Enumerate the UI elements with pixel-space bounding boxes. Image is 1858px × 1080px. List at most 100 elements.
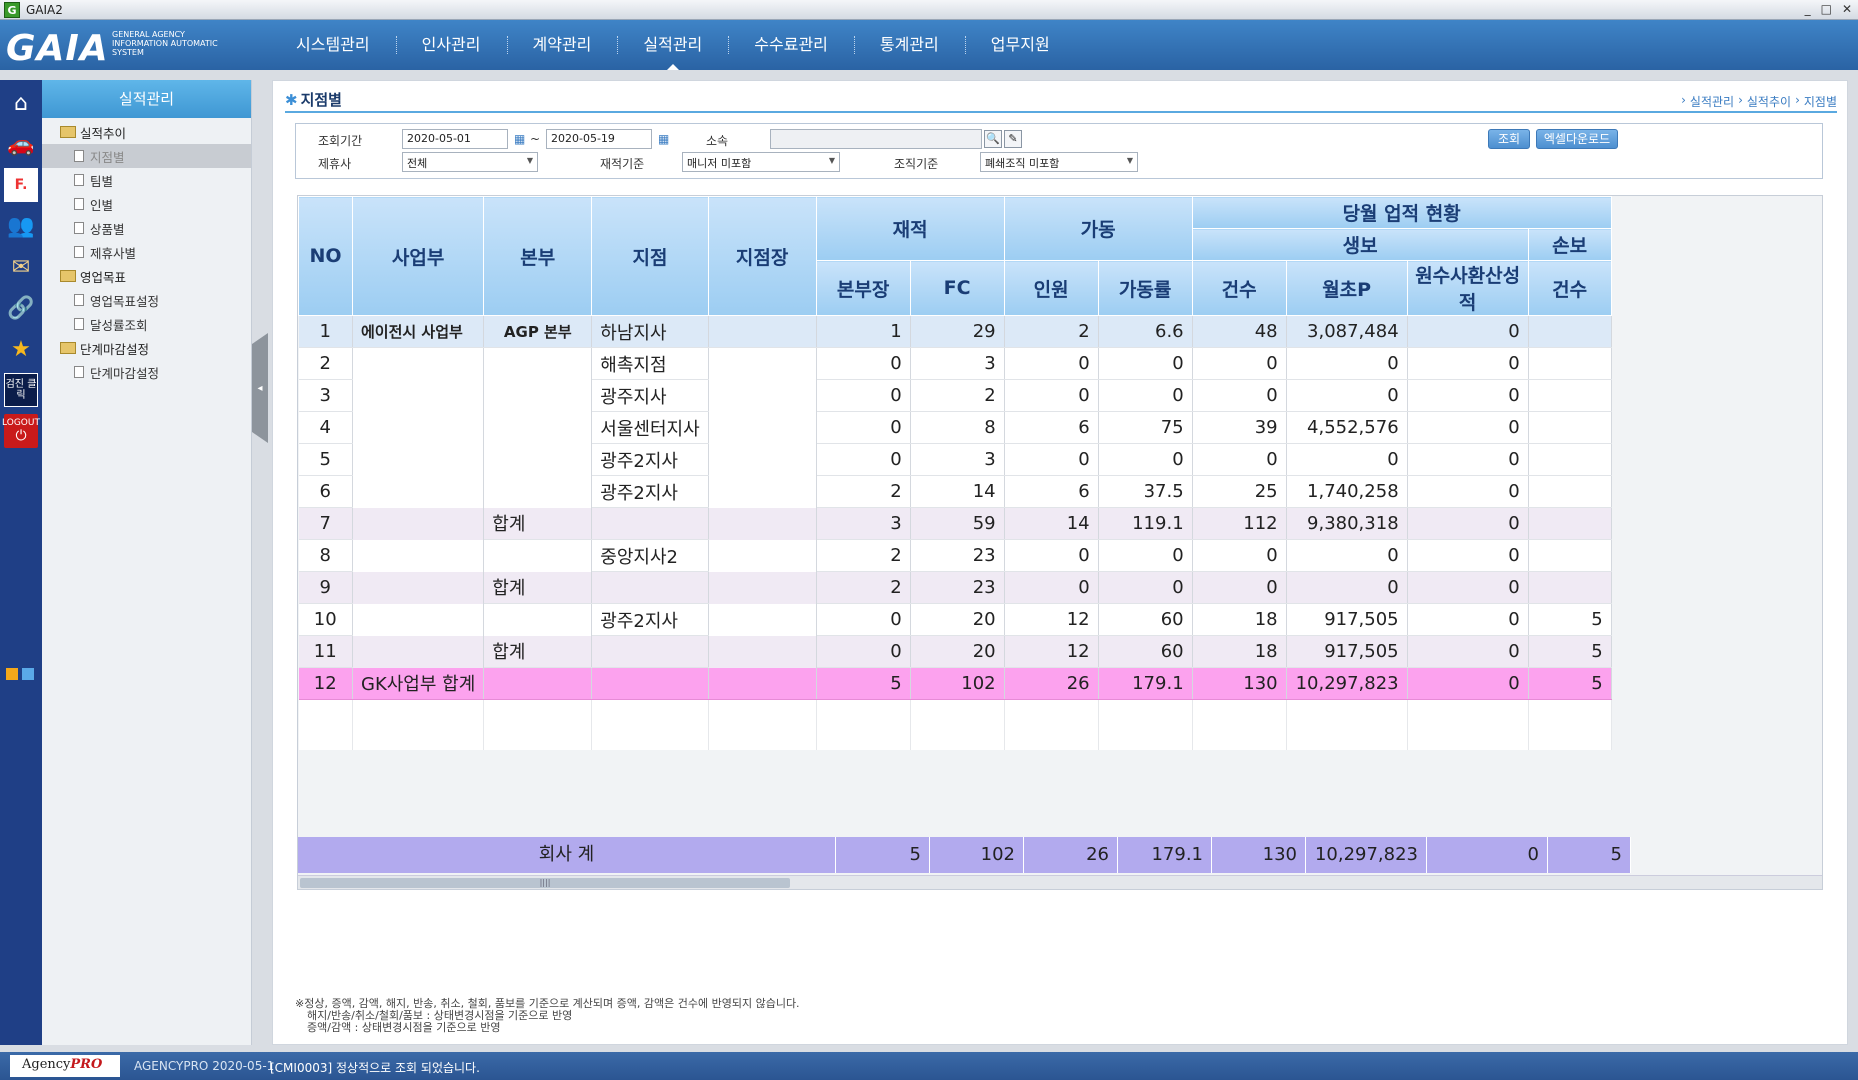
scrollbar-thumb[interactable]: |||| xyxy=(300,878,790,888)
cell-fc: 8 xyxy=(910,411,1005,444)
filter-panel: 조회기간 2020-05-01 ▦ ~ 2020-05-19 ▦ 소속 🔍 ✎ … xyxy=(295,123,1823,179)
table-row[interactable]: 5 광주2지사 0 3 0 0 0 0 0 xyxy=(298,443,1612,476)
nav-hr[interactable]: 인사관리 xyxy=(395,20,507,70)
breadcrumb: › 실적관리 › 실적추이 › 지점별 xyxy=(1681,93,1837,110)
col-initial-premium[interactable]: 월초P xyxy=(1285,260,1408,316)
breadcrumb-item[interactable]: 실적관리 xyxy=(1690,93,1734,110)
table-row[interactable]: 4 서울센터지사 0 8 6 75 39 4,552,576 0 xyxy=(298,411,1612,444)
cell-hq-mgr: 0 xyxy=(816,603,911,636)
eraser-icon[interactable]: ✎ xyxy=(1004,130,1022,148)
table-row[interactable]: 12 GK사업부 합계 5 102 26 179.1 130 10,297,823 0 5 xyxy=(298,667,1612,700)
col-active-rate[interactable]: 가동률 xyxy=(1097,260,1193,316)
cell-initial-p: 917,505 xyxy=(1286,603,1408,636)
minimize-icon[interactable]: _ xyxy=(1805,2,1811,16)
people-icon[interactable]: 👥 xyxy=(4,209,38,243)
col-no[interactable]: NO xyxy=(298,196,353,316)
table-row[interactable]: 7 합계 3 59 14 119.1 112 9,380,318 0 xyxy=(298,507,1612,540)
tree-item-target-setting[interactable]: 영업목표설정 xyxy=(60,288,251,312)
cell-nl-count xyxy=(1528,315,1612,348)
tree-group-trend[interactable]: 실적추이 xyxy=(60,120,251,144)
affiliation-input[interactable] xyxy=(770,129,982,149)
cell-initial-p: 0 xyxy=(1286,379,1408,412)
close-icon[interactable]: ✕ xyxy=(1842,2,1852,16)
notes: ※정상, 증액, 감액, 해지, 반송, 취소, 철회, 품보를 기준으로 계산… xyxy=(295,998,800,1034)
fm-icon[interactable]: F. xyxy=(4,168,38,202)
table-row[interactable]: 11 합계 0 20 12 60 18 917,505 0 5 xyxy=(298,635,1612,668)
col-hq[interactable]: 본부 xyxy=(483,196,593,316)
partner-select[interactable]: 전체 xyxy=(402,152,538,172)
cell-count: 130 xyxy=(1192,667,1287,700)
basis-select[interactable]: 매니저 미포함 xyxy=(682,152,840,172)
mail-icon[interactable]: ✉ xyxy=(4,250,38,284)
tree-item-product[interactable]: 상품별 xyxy=(60,216,251,240)
col-people[interactable]: 인원 xyxy=(1003,260,1099,316)
theme-blue-square[interactable] xyxy=(22,668,34,680)
table-row[interactable]: 10 광주2지사 0 20 12 60 18 917,505 0 5 xyxy=(298,603,1612,636)
tree-item-partner[interactable]: 제휴사별 xyxy=(60,240,251,264)
cell-count: 25 xyxy=(1192,475,1287,508)
calendar-icon[interactable]: ▦ xyxy=(658,132,672,146)
tree-item-achievement[interactable]: 달성률조회 xyxy=(60,312,251,336)
cell-initial-p: 917,505 xyxy=(1286,635,1408,668)
cell-nl-count xyxy=(1528,539,1612,572)
search-button[interactable]: 조회 xyxy=(1488,129,1530,149)
col-branch-manager[interactable]: 지점장 xyxy=(707,196,817,316)
cell-count: 18 xyxy=(1192,635,1287,668)
folder-icon xyxy=(60,342,76,354)
maximize-icon[interactable]: □ xyxy=(1821,2,1832,16)
tree-item-branch[interactable]: 지점별 xyxy=(42,144,251,168)
nav-contract[interactable]: 계약관리 xyxy=(506,20,618,70)
sidebar-collapse-handle[interactable]: ◂ xyxy=(252,333,268,443)
cell-people: 0 xyxy=(1004,539,1099,572)
org-select[interactable]: 폐쇄조직 미포함 xyxy=(980,152,1138,172)
date-to-input[interactable]: 2020-05-19 xyxy=(546,129,652,149)
col-life-count[interactable]: 건수 xyxy=(1191,260,1287,316)
cell-branch xyxy=(591,571,709,604)
link-icon[interactable]: 🔗 xyxy=(4,291,38,325)
car-icon[interactable]: 🚗 xyxy=(4,127,38,161)
cell-hq xyxy=(483,443,593,476)
col-division[interactable]: 사업부 xyxy=(351,196,485,316)
excel-download-button[interactable]: 엑셀다운로드 xyxy=(1536,129,1618,149)
breadcrumb-item[interactable]: 실적추이 xyxy=(1747,93,1791,110)
table-row[interactable]: 8 중앙지사2 2 23 0 0 0 0 0 xyxy=(298,539,1612,572)
checkup-button[interactable]: 검진 클릭 xyxy=(4,373,38,407)
col-converted[interactable]: 원수사환산성적 xyxy=(1406,260,1529,316)
tree-item-closing-setting[interactable]: 단계마감설정 xyxy=(60,360,251,384)
document-icon xyxy=(74,366,84,378)
tree-group-target[interactable]: 영업목표 xyxy=(60,264,251,288)
cell-converted: 0 xyxy=(1407,475,1529,508)
theme-orange-square[interactable] xyxy=(6,668,18,680)
date-from-input[interactable]: 2020-05-01 xyxy=(402,129,508,149)
cell-people: 26 xyxy=(1004,667,1099,700)
col-fc[interactable]: FC xyxy=(909,260,1005,316)
home-icon[interactable]: ⌂ xyxy=(4,86,38,120)
nav-performance[interactable]: 실적관리 xyxy=(617,20,728,70)
nav-statistics[interactable]: 통계관리 xyxy=(853,20,965,70)
tree-item-person[interactable]: 인별 xyxy=(60,192,251,216)
nav-support[interactable]: 업무지원 xyxy=(964,20,1076,70)
table-row[interactable]: 2 해촉지점 0 3 0 0 0 0 0 xyxy=(298,347,1612,380)
nav-commission[interactable]: 수수료관리 xyxy=(728,20,854,70)
logout-button[interactable]: LOGOUT ⏻ xyxy=(2,414,40,448)
search-icon[interactable]: 🔍 xyxy=(984,130,1002,148)
table-row[interactable]: 3 광주지사 0 2 0 0 0 0 0 xyxy=(298,379,1612,412)
col-nonlife-count[interactable]: 건수 xyxy=(1527,260,1612,316)
tree-item-team[interactable]: 팀별 xyxy=(60,168,251,192)
col-hq-manager[interactable]: 본부장 xyxy=(815,260,911,316)
table-row[interactable]: 6 광주2지사 2 14 6 37.5 25 1,740,258 0 xyxy=(298,475,1612,508)
horizontal-scrollbar[interactable]: |||| xyxy=(298,875,1822,889)
table-row[interactable]: 1 에이전시 사업부 AGP 본부 하남지사 1 29 2 6.6 48 3,087,484 0 xyxy=(298,315,1612,348)
cell-converted: 0 xyxy=(1407,379,1529,412)
empty-cell xyxy=(1407,699,1529,750)
tree-group-closing[interactable]: 단계마감설정 xyxy=(60,336,251,360)
breadcrumb-item[interactable]: 지점별 xyxy=(1804,93,1837,110)
col-branch[interactable]: 지점 xyxy=(591,196,709,316)
star-icon[interactable]: ★ xyxy=(4,332,38,366)
cell-rate: 75 xyxy=(1098,411,1193,444)
total-cell: 102 xyxy=(930,837,1024,873)
nav-system[interactable]: 시스템관리 xyxy=(270,20,396,70)
calendar-icon[interactable]: ▦ xyxy=(514,132,528,146)
cell-converted: 0 xyxy=(1407,635,1529,668)
table-row[interactable]: 9 합계 2 23 0 0 0 0 0 xyxy=(298,571,1612,604)
